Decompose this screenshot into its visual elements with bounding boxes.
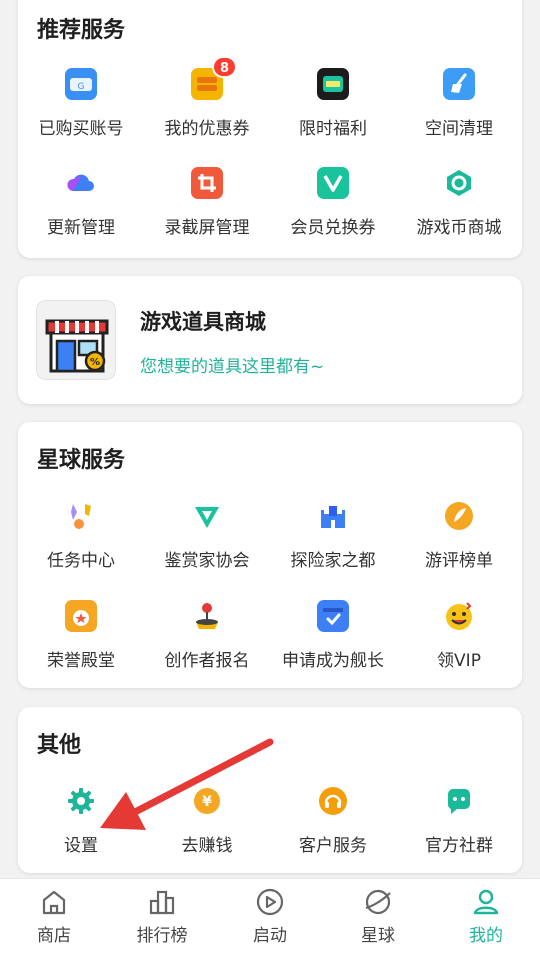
grid-item-explorer-capital[interactable]: 探险家之都 bbox=[270, 500, 396, 571]
ranking-icon bbox=[149, 890, 175, 915]
grid-item-coin-mall[interactable]: 游戏币商城 bbox=[396, 167, 522, 238]
tab-mine[interactable]: 我的 bbox=[432, 887, 540, 946]
grid-item-settings[interactable]: 设置 bbox=[18, 785, 144, 856]
grid-item-limited-welfare[interactable]: 限时福利 bbox=[270, 68, 396, 139]
cloud-icon bbox=[65, 167, 97, 199]
grid-item-label: 任务中心 bbox=[47, 551, 115, 571]
grid-item-label: 客户服务 bbox=[299, 836, 367, 856]
planet-icon bbox=[365, 889, 391, 915]
grid-item-label: 鉴赏家协会 bbox=[164, 551, 250, 571]
grid-item-label: 探险家之都 bbox=[290, 551, 376, 571]
coupon-count-badge: 8 bbox=[211, 56, 237, 78]
medal-icon bbox=[65, 600, 97, 632]
gear-icon bbox=[65, 785, 97, 817]
grid-item-label: 游评榜单 bbox=[425, 551, 493, 571]
tab-planet[interactable]: 星球 bbox=[324, 887, 432, 946]
check-window-icon bbox=[317, 600, 349, 632]
headset-icon bbox=[317, 785, 349, 817]
grid-item-my-coupons[interactable]: 8 我的优惠券 bbox=[144, 56, 270, 139]
castle-icon bbox=[317, 500, 349, 532]
grid-item-label: 游戏币商城 bbox=[416, 218, 502, 238]
play-icon bbox=[256, 888, 284, 916]
grid-item-purchased-accounts[interactable]: G 已购买账号 bbox=[18, 68, 144, 139]
svg-text:G: G bbox=[78, 82, 85, 92]
grid-item-label: 已购买账号 bbox=[38, 119, 124, 139]
home-icon bbox=[42, 890, 66, 915]
connoisseur-icon bbox=[191, 500, 223, 532]
grid-item-label: 限时福利 bbox=[299, 119, 367, 139]
recommended-services-card: 推荐服务 G 已购买账号 8 我的优惠券 限时福利 空间清理 更新管理 录截屏管… bbox=[18, 0, 522, 258]
coin-icon bbox=[443, 167, 475, 199]
grid-item-label: 去赚钱 bbox=[181, 836, 233, 856]
grid-item-space-cleanup[interactable]: 空间清理 bbox=[396, 68, 522, 139]
grid-item-label: 录截屏管理 bbox=[164, 218, 250, 238]
grid-item-recording-management[interactable]: 录截屏管理 bbox=[144, 167, 270, 238]
grid-item-label: 更新管理 bbox=[47, 218, 115, 238]
joystick-icon bbox=[191, 600, 223, 632]
grid-item-game-review-list[interactable]: 游评榜单 bbox=[396, 500, 522, 571]
shop-banner-title: 游戏道具商城 bbox=[140, 310, 266, 334]
tab-label: 我的 bbox=[469, 926, 503, 946]
emoji-icon bbox=[443, 600, 475, 632]
shop-banner-subtitle: 您想要的道具这里都有~ bbox=[140, 357, 325, 377]
grid-item-label: 申请成为舰长 bbox=[282, 651, 384, 671]
coupon-icon: 8 bbox=[191, 56, 237, 100]
tab-store[interactable]: 商店 bbox=[0, 887, 108, 946]
grid-item-label: 会员兑换券 bbox=[290, 218, 376, 238]
tab-ranking[interactable]: 排行榜 bbox=[108, 887, 216, 946]
grid-item-get-vip[interactable]: 领VIP bbox=[396, 600, 522, 671]
store-icon: % bbox=[36, 300, 116, 380]
planet-services-card: 星球服务 任务中心 鉴赏家协会 探险家之都 游评榜单 荣誉殿堂 创作者报名 申请… bbox=[18, 422, 522, 688]
tab-label: 排行榜 bbox=[136, 926, 188, 946]
account-icon: G bbox=[65, 68, 97, 100]
svg-text:%: % bbox=[90, 357, 100, 368]
grid-item-label: 设置 bbox=[64, 836, 98, 856]
task-icon bbox=[65, 500, 97, 532]
bottom-tab-bar: 商店 排行榜 启动 星球 我的 bbox=[0, 878, 540, 960]
planet-services-title: 星球服务 bbox=[37, 448, 126, 473]
grid-item-apply-captain[interactable]: 申请成为舰长 bbox=[270, 600, 396, 671]
grid-item-label: 空间清理 bbox=[425, 119, 493, 139]
tab-launch[interactable]: 启动 bbox=[216, 887, 324, 946]
grid-item-customer-service[interactable]: 客户服务 bbox=[270, 785, 396, 856]
broom-icon bbox=[443, 68, 475, 100]
tab-label: 星球 bbox=[361, 926, 395, 946]
chat-icon bbox=[443, 785, 475, 817]
grid-item-label: 官方社群 bbox=[425, 836, 493, 856]
game-item-shop-banner[interactable]: % 游戏道具商城 您想要的道具这里都有~ bbox=[18, 276, 522, 404]
yuan-coin-icon: ¥ bbox=[191, 785, 223, 817]
grid-item-label: 领VIP bbox=[437, 651, 481, 671]
grid-item-earn-money[interactable]: ¥ 去赚钱 bbox=[144, 785, 270, 856]
grid-item-hall-of-honor[interactable]: 荣誉殿堂 bbox=[18, 600, 144, 671]
grid-item-label: 我的优惠券 bbox=[164, 119, 250, 139]
welfare-icon bbox=[317, 68, 349, 100]
grid-item-update-management[interactable]: 更新管理 bbox=[18, 167, 144, 238]
grid-item-label: 荣誉殿堂 bbox=[47, 651, 115, 671]
grid-item-creator-signup[interactable]: 创作者报名 bbox=[144, 600, 270, 671]
crop-icon bbox=[191, 167, 223, 199]
grid-item-official-community[interactable]: 官方社群 bbox=[396, 785, 522, 856]
tab-label: 启动 bbox=[253, 926, 287, 946]
other-title: 其他 bbox=[37, 733, 82, 758]
grid-item-task-center[interactable]: 任务中心 bbox=[18, 500, 144, 571]
grid-item-label: 创作者报名 bbox=[164, 651, 250, 671]
tab-label: 商店 bbox=[37, 926, 71, 946]
quill-icon bbox=[443, 500, 475, 532]
recommended-services-title: 推荐服务 bbox=[37, 18, 126, 43]
svg-text:¥: ¥ bbox=[202, 794, 212, 810]
user-icon bbox=[473, 889, 499, 915]
grid-item-connoisseur-association[interactable]: 鉴赏家协会 bbox=[144, 500, 270, 571]
other-card: 其他 设置 ¥ 去赚钱 客户服务 官方社群 bbox=[18, 707, 522, 873]
vip-voucher-icon bbox=[317, 167, 349, 199]
grid-item-member-voucher[interactable]: 会员兑换券 bbox=[270, 167, 396, 238]
